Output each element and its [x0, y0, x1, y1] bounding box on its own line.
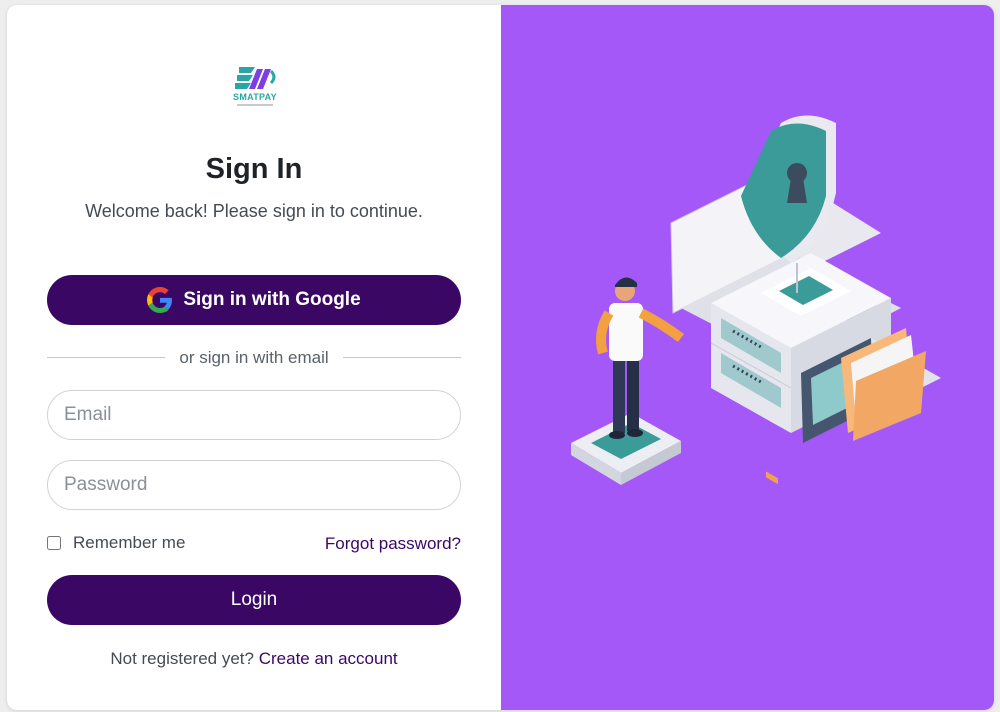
- page-subtitle: Welcome back! Please sign in to continue…: [85, 201, 423, 221]
- page-title: Sign In: [205, 153, 303, 185]
- register-prompt: Not registered yet? Create an account: [7, 649, 501, 669]
- login-card: SMATPAY Sign In Welcome back! Please sig…: [7, 5, 994, 710]
- illustration-panel: [501, 5, 994, 710]
- create-account-link[interactable]: Create an account: [259, 649, 398, 668]
- divider: or sign in with email: [47, 346, 461, 370]
- security-server-illustration: [571, 115, 941, 485]
- google-button-label: Sign in with Google: [183, 289, 361, 310]
- password-field[interactable]: [47, 460, 461, 510]
- divider-line-right: [343, 357, 461, 358]
- divider-text: or sign in with email: [179, 348, 329, 367]
- remember-label: Remember me: [73, 533, 186, 552]
- login-panel: SMATPAY Sign In Welcome back! Please sig…: [7, 5, 501, 710]
- logo-tagline: [237, 104, 273, 106]
- remember-checkbox[interactable]: [47, 536, 61, 550]
- register-prompt-text: Not registered yet?: [110, 649, 254, 668]
- google-signin-button[interactable]: Sign in with Google: [47, 275, 461, 325]
- forgot-password-link[interactable]: Forgot password?: [325, 534, 461, 554]
- logo-mark-icon: [235, 67, 276, 89]
- google-g-icon: [147, 287, 173, 313]
- login-button[interactable]: Login: [47, 575, 461, 625]
- smatpay-logo: SMATPAY: [227, 63, 283, 109]
- email-field[interactable]: [47, 390, 461, 440]
- logo-text: SMATPAY: [233, 92, 277, 102]
- remember-me[interactable]: Remember me: [47, 533, 185, 553]
